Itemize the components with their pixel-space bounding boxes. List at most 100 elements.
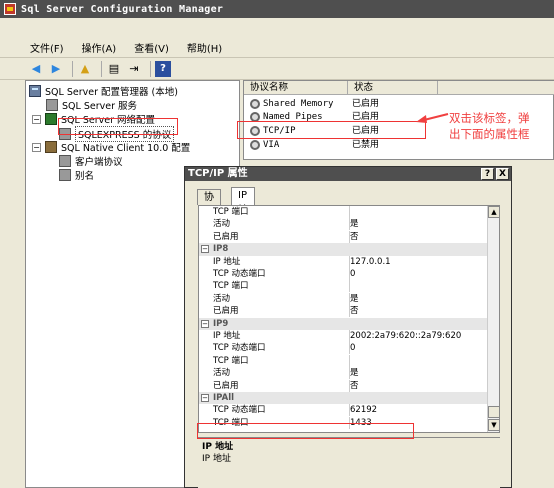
property-row[interactable]: 活动是 — [199, 367, 487, 380]
collapse-icon[interactable]: − — [201, 245, 209, 254]
back-arrow-icon[interactable]: ◀ — [28, 61, 44, 77]
protocol-icon — [59, 155, 71, 167]
scroll-up-icon[interactable]: ▲ — [488, 206, 499, 218]
tree-item-native-client[interactable]: − SQL Native Client 10.0 配置 — [32, 140, 190, 154]
property-group[interactable]: − IP9 — [199, 317, 487, 330]
menu-file[interactable]: 文件(F) — [30, 40, 64, 55]
menu-action[interactable]: 操作(A) — [82, 40, 117, 55]
property-name: 活动 — [213, 367, 350, 380]
property-name: TCP 端口 — [213, 280, 350, 293]
property-value[interactable]: 否 — [350, 380, 359, 392]
menu-view[interactable]: 查看(V) — [134, 40, 169, 55]
description-title: IP 地址 — [202, 442, 234, 452]
service-icon — [46, 99, 58, 111]
property-row[interactable]: TCP 动态端口 0 — [199, 342, 487, 355]
property-row[interactable]: TCP 端口 — [199, 280, 487, 293]
property-group-label: IP8 — [213, 244, 229, 255]
list-item-status: 已禁用 — [352, 140, 380, 150]
list-item[interactable]: Shared Memory 已启用 — [244, 97, 554, 111]
list-item-status: 已启用 — [352, 99, 380, 109]
up-folder-icon[interactable]: ▲ — [77, 61, 93, 77]
property-name: 活动 — [213, 218, 350, 231]
property-value[interactable]: 否 — [350, 231, 359, 243]
tree-item-native-label: SQL Native Client 10.0 配置 — [61, 143, 191, 154]
property-description-panel: IP 地址 IP 地址 — [198, 437, 500, 488]
server-icon — [29, 85, 41, 97]
property-name: 活动 — [213, 292, 350, 305]
property-name: IP 地址 — [213, 330, 350, 342]
property-row[interactable]: TCP 端口 — [199, 354, 487, 367]
toolbar-separator — [101, 60, 102, 77]
properties-icon[interactable]: ▤ — [106, 61, 122, 77]
scroll-down-icon[interactable]: ▼ — [488, 419, 499, 431]
collapse-icon[interactable]: − — [32, 142, 41, 152]
property-name: TCP 动态端口 — [213, 268, 350, 280]
property-name: 已启用 — [213, 230, 350, 243]
vertical-scrollbar[interactable]: ▲ ▼ — [487, 206, 499, 432]
column-header-filler — [438, 81, 554, 95]
collapse-icon[interactable]: − — [201, 394, 209, 402]
property-group[interactable]: − IP8 — [199, 243, 487, 256]
property-value[interactable]: 127.0.0.1 — [350, 256, 391, 268]
property-value[interactable]: 62192 — [350, 404, 377, 416]
property-row[interactable]: 已启用否 — [199, 305, 487, 318]
list-item-name-wrap: Shared Memory — [250, 97, 333, 111]
annotation-line-2: 出下面的属性框 — [449, 127, 530, 141]
alias-icon — [59, 169, 71, 181]
annotation-callout: 双击该标签，弹 出下面的属性框 — [449, 110, 530, 142]
property-value[interactable]: 0 — [350, 342, 355, 354]
property-row[interactable]: IP 地址 127.0.0.1 — [199, 255, 487, 268]
property-group-label: IP9 — [213, 318, 229, 329]
property-row[interactable]: 活动是 — [199, 292, 487, 305]
list-item-name: VIA — [263, 140, 280, 150]
scrollbar-thumb[interactable] — [488, 406, 499, 418]
column-header-name[interactable]: 协议名称 — [244, 81, 348, 95]
tree-root-label: SQL Server 配置管理器 (本地) — [45, 87, 178, 98]
tree-root[interactable]: SQL Server 配置管理器 (本地) — [29, 84, 178, 98]
property-group[interactable]: − IPAll — [199, 392, 487, 405]
property-value[interactable]: 2002:2a79:620::2a79:620 — [350, 330, 461, 342]
dialog-close-button[interactable]: X — [496, 168, 509, 180]
export-list-icon[interactable]: ⇥ — [126, 61, 142, 77]
highlight-box-tcpip — [237, 121, 426, 139]
toolbar-separator — [150, 60, 151, 77]
highlight-box-tree — [58, 118, 178, 135]
property-row[interactable]: IP 地址 2002:2a79:620::2a79:620 — [199, 330, 487, 342]
menu-help[interactable]: 帮助(H) — [187, 40, 222, 55]
list-item-name: Shared Memory — [263, 99, 334, 109]
tree-item-services-label: SQL Server 服务 — [62, 101, 137, 112]
column-header-status[interactable]: 状态 — [348, 81, 438, 95]
help-icon[interactable]: ? — [155, 60, 171, 77]
protocol-icon — [250, 99, 260, 109]
dialog-help-button[interactable]: ? — [481, 168, 494, 180]
property-row[interactable]: TCP 端口 — [199, 206, 487, 218]
highlight-box-tcp-port — [197, 423, 414, 439]
property-value[interactable]: 否 — [350, 305, 359, 317]
tree-item-aliases[interactable]: 别名 — [59, 168, 94, 182]
collapse-icon[interactable]: − — [201, 319, 209, 328]
property-row[interactable]: 活动是 — [199, 218, 487, 231]
property-row[interactable]: TCP 动态端口 62192 — [199, 404, 487, 417]
property-row[interactable]: TCP 动态端口 0 — [199, 268, 487, 280]
property-name: TCP 动态端口 — [213, 342, 350, 355]
annotation-line-1: 双击该标签，弹 — [449, 111, 530, 125]
menu-bar: 文件(F) 操作(A) 查看(V) 帮助(H) — [0, 38, 554, 58]
tree-item-client-protocols-label: 客户端协议 — [75, 157, 123, 168]
collapse-icon[interactable]: − — [32, 114, 41, 124]
property-value[interactable]: 是 — [350, 293, 359, 305]
property-row[interactable]: 已启用否 — [199, 379, 487, 392]
property-value[interactable]: 是 — [350, 367, 359, 379]
window-title: Sql Server Configuration Manager — [21, 3, 224, 15]
property-value[interactable]: 是 — [350, 218, 359, 230]
list-item-name-wrap: VIA — [250, 138, 279, 152]
tree-item-client-protocols[interactable]: 客户端协议 — [59, 154, 123, 168]
callout-arrow-icon — [416, 113, 449, 123]
property-name: TCP 端口 — [213, 354, 350, 367]
forward-arrow-icon[interactable]: ▶ — [48, 61, 64, 77]
property-value[interactable]: 0 — [350, 268, 355, 280]
tab-ip-address[interactable]: IP 地址 — [231, 187, 255, 231]
tree-item-services[interactable]: SQL Server 服务 — [46, 98, 137, 112]
tab-protocol[interactable]: 协议 — [197, 189, 221, 218]
dialog-title: TCP/IP 属性 — [185, 167, 511, 181]
property-row[interactable]: 已启用否 — [199, 230, 487, 243]
